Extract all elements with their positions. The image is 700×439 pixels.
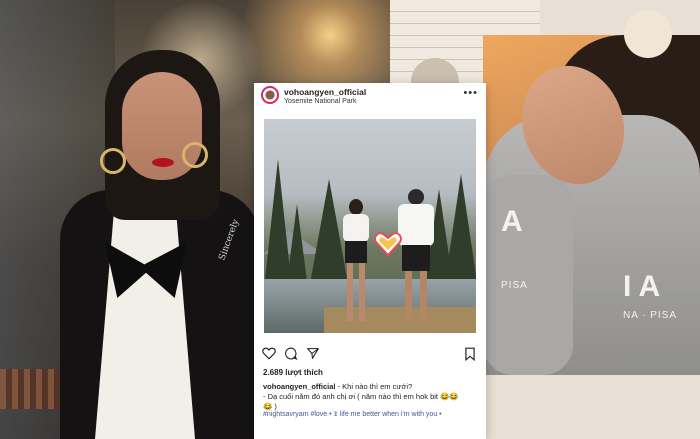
- post-actions: [262, 347, 478, 363]
- woman-portrait: Sincerely: [60, 50, 260, 439]
- post-hashtags[interactable]: #nightsavryam #love • 𝕿 life me better w…: [263, 411, 493, 419]
- comment-icon[interactable]: [284, 347, 298, 360]
- post-photo[interactable]: [264, 119, 476, 333]
- pine-tree: [444, 174, 476, 289]
- right-photo: A PISA I A NA · PISA: [483, 35, 700, 375]
- hoodie-small-left: PISA: [501, 280, 528, 291]
- instagram-post: vohoangyen_official Yosemite National Pa…: [254, 83, 486, 439]
- caption-line-2: - Dạ cuối năm đó anh chị ơi ( năm nào th…: [263, 392, 459, 401]
- more-icon[interactable]: •••: [463, 87, 478, 99]
- woman-figure: [341, 199, 371, 329]
- man-figure: [398, 189, 434, 329]
- earring-left-icon: [100, 148, 126, 174]
- lips: [152, 158, 174, 167]
- caption-username[interactable]: vohoangyen_official: [263, 382, 336, 391]
- avatar[interactable]: [261, 86, 279, 104]
- hoodie-letter-right: I A: [623, 270, 661, 303]
- post-username[interactable]: vohoangyen_official: [284, 87, 366, 97]
- hoodie-small-right: NA · PISA: [623, 310, 678, 321]
- heart-icon[interactable]: [262, 347, 276, 360]
- caption-line-1: - Khi nào thì em cưới?: [335, 382, 413, 391]
- hoodie-letter-left: A: [501, 205, 523, 238]
- post-header: vohoangyen_official Yosemite National Pa…: [254, 83, 486, 111]
- hoodie-sleeve: [483, 175, 573, 375]
- bookmark-icon[interactable]: [464, 347, 476, 361]
- earring-right-icon: [182, 142, 208, 168]
- pine-tree: [264, 159, 292, 289]
- share-icon[interactable]: [306, 347, 320, 360]
- likes-count[interactable]: 2.689 lượt thích: [263, 368, 323, 377]
- caption-line-3: 😂 ): [263, 402, 277, 411]
- post-location[interactable]: Yosemite National Park: [284, 98, 357, 105]
- decor-circle: [624, 10, 672, 58]
- post-caption: vohoangyen_official - Khi nào thì em cướ…: [263, 382, 478, 412]
- heart-sticker-icon: [374, 232, 402, 257]
